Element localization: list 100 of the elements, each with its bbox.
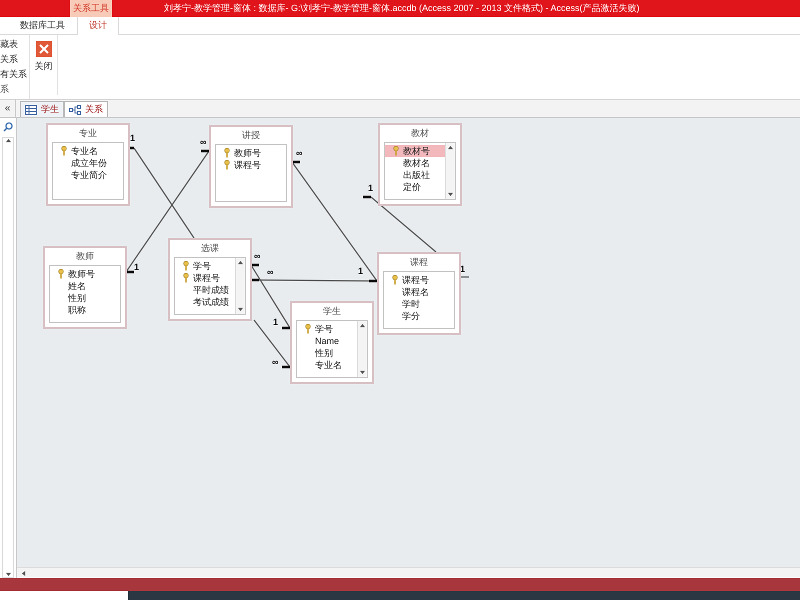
scrollbar[interactable] xyxy=(445,143,455,199)
field-row[interactable]: 成立年份 xyxy=(53,157,123,169)
relationship-line[interactable] xyxy=(292,160,378,282)
close-icon xyxy=(36,41,52,57)
scroll-up-icon[interactable] xyxy=(6,138,10,143)
close-button[interactable]: 关闭 xyxy=(30,35,58,95)
table-window[interactable]: 选课 学号 课程号 平时成绩 考试成绩 xyxy=(168,238,252,321)
field-row[interactable]: 课程号 xyxy=(175,272,235,284)
key-icon xyxy=(61,146,67,156)
scroll-up-icon[interactable] xyxy=(238,260,243,265)
ribbon-command[interactable]: 关系 xyxy=(0,53,29,65)
ribbon-tab[interactable]: 设计 xyxy=(77,17,119,35)
cardinality-label: 1 xyxy=(134,263,140,272)
field-row[interactable]: 课程名 xyxy=(384,286,454,298)
table-window[interactable]: 教师 教师号 姓名 性别 职称 xyxy=(43,246,127,329)
ribbon-group-label: 系 xyxy=(0,83,10,95)
key-icon xyxy=(183,261,189,271)
field-name: 教师号 xyxy=(234,148,261,158)
nav-scrollbar[interactable] xyxy=(2,137,14,578)
ribbon-command[interactable]: 藏表 xyxy=(0,38,29,50)
field-row[interactable]: 专业简介 xyxy=(53,169,123,181)
field-name: 学时 xyxy=(402,300,420,308)
relationship-line[interactable] xyxy=(126,150,210,274)
table-window[interactable]: 讲授 教师号 课程号 xyxy=(209,125,293,208)
cardinality-label: ∞ xyxy=(254,252,260,261)
field-name: 课程号 xyxy=(234,160,261,170)
table-title: 讲授 xyxy=(241,129,261,142)
field-row[interactable]: Name xyxy=(297,335,357,347)
field-name: 课程号 xyxy=(193,274,220,282)
horizontal-scrollbar[interactable] xyxy=(17,567,800,578)
document-tab[interactable]: 关系 xyxy=(64,101,108,117)
table-title: 专业 xyxy=(78,127,98,140)
field-row[interactable]: 性别 xyxy=(50,292,120,304)
field-name: 性别 xyxy=(315,348,333,358)
field-name: 专业简介 xyxy=(71,170,107,180)
table-icon xyxy=(25,104,37,114)
field-row[interactable]: 学时 xyxy=(384,298,454,310)
field-name: 平时成绩 xyxy=(193,286,229,294)
field-name: 专业名 xyxy=(71,146,98,156)
field-name: 性别 xyxy=(68,294,86,302)
relationship-line[interactable] xyxy=(254,320,290,368)
document-tab[interactable]: 学生 xyxy=(20,101,64,117)
field-name: 课程名 xyxy=(402,288,429,296)
cardinality-label: 1 xyxy=(358,267,364,276)
scroll-down-icon[interactable] xyxy=(448,192,453,197)
field-row[interactable]: 学号 xyxy=(175,260,235,272)
ribbon-tab[interactable]: 数据库工具 xyxy=(12,17,73,34)
table-title: 学生 xyxy=(322,305,342,318)
field-row[interactable]: 学分 xyxy=(384,310,454,322)
scroll-left-icon[interactable] xyxy=(21,570,26,576)
field-name: 教师号 xyxy=(68,270,95,278)
key-icon xyxy=(58,269,64,279)
field-name: 出版社 xyxy=(403,170,430,180)
table-window[interactable]: 教材 教材号 教材名 出版社 定价 xyxy=(378,123,462,206)
field-row[interactable]: 专业名 xyxy=(297,359,357,371)
field-row[interactable]: 出版社 xyxy=(385,169,445,181)
field-row[interactable]: 教材名 xyxy=(385,157,445,169)
field-row[interactable]: 性别 xyxy=(297,347,357,359)
scroll-up-icon[interactable] xyxy=(360,323,365,328)
key-icon xyxy=(305,324,311,334)
search-icon[interactable] xyxy=(3,122,13,132)
field-row[interactable]: 定价 xyxy=(385,181,445,193)
field-row[interactable]: 课程号 xyxy=(384,274,454,286)
field-name: 职称 xyxy=(68,306,86,314)
table-title: 教材 xyxy=(410,127,430,140)
field-row[interactable]: 教材号 xyxy=(385,145,445,157)
ribbon-command[interactable]: 有关系 xyxy=(0,68,29,80)
context-tab-label: 关系工具 xyxy=(70,0,112,17)
field-row[interactable]: 专业名 xyxy=(53,145,123,157)
field-row[interactable]: 考试成绩 xyxy=(175,296,235,308)
scrollbar[interactable] xyxy=(235,258,245,314)
field-row[interactable]: 课程号 xyxy=(216,159,286,171)
field-row[interactable]: 学号 xyxy=(297,323,357,335)
cardinality-label: ∞ xyxy=(296,149,302,158)
scrollbar[interactable] xyxy=(357,321,367,377)
field-name: Name xyxy=(315,336,340,346)
relationship-line[interactable] xyxy=(250,264,291,330)
scroll-down-icon[interactable] xyxy=(238,307,243,312)
cardinality-label: ∞ xyxy=(272,358,278,367)
field-name: 成立年份 xyxy=(71,158,107,168)
table-title: 课程 xyxy=(409,256,429,269)
relationship-line[interactable] xyxy=(251,278,377,282)
field-row[interactable]: 职称 xyxy=(50,304,120,316)
table-window[interactable]: 专业 专业名 成立年份 专业简介 xyxy=(46,123,130,206)
nav-pane-toggle[interactable]: « xyxy=(0,99,16,117)
table-title: 教师 xyxy=(75,250,95,263)
field-row[interactable]: 姓名 xyxy=(50,280,120,292)
field-row[interactable]: 教师号 xyxy=(50,268,120,280)
scroll-down-icon[interactable] xyxy=(360,370,365,375)
field-name: 考试成绩 xyxy=(193,298,229,306)
cardinality-label: ∞ xyxy=(267,268,274,277)
relationships-icon xyxy=(69,104,81,114)
scroll-up-icon[interactable] xyxy=(448,145,453,150)
table-window[interactable]: 课程 课程号 课程名 学时 学分 xyxy=(377,252,461,335)
field-row[interactable]: 教师号 xyxy=(216,147,286,159)
key-icon xyxy=(393,146,399,156)
table-window[interactable]: 学生 学号 Name 性别 专业名 xyxy=(290,301,374,384)
table-title: 选课 xyxy=(200,242,220,255)
field-row[interactable]: 平时成绩 xyxy=(175,284,235,296)
key-icon xyxy=(224,148,230,158)
